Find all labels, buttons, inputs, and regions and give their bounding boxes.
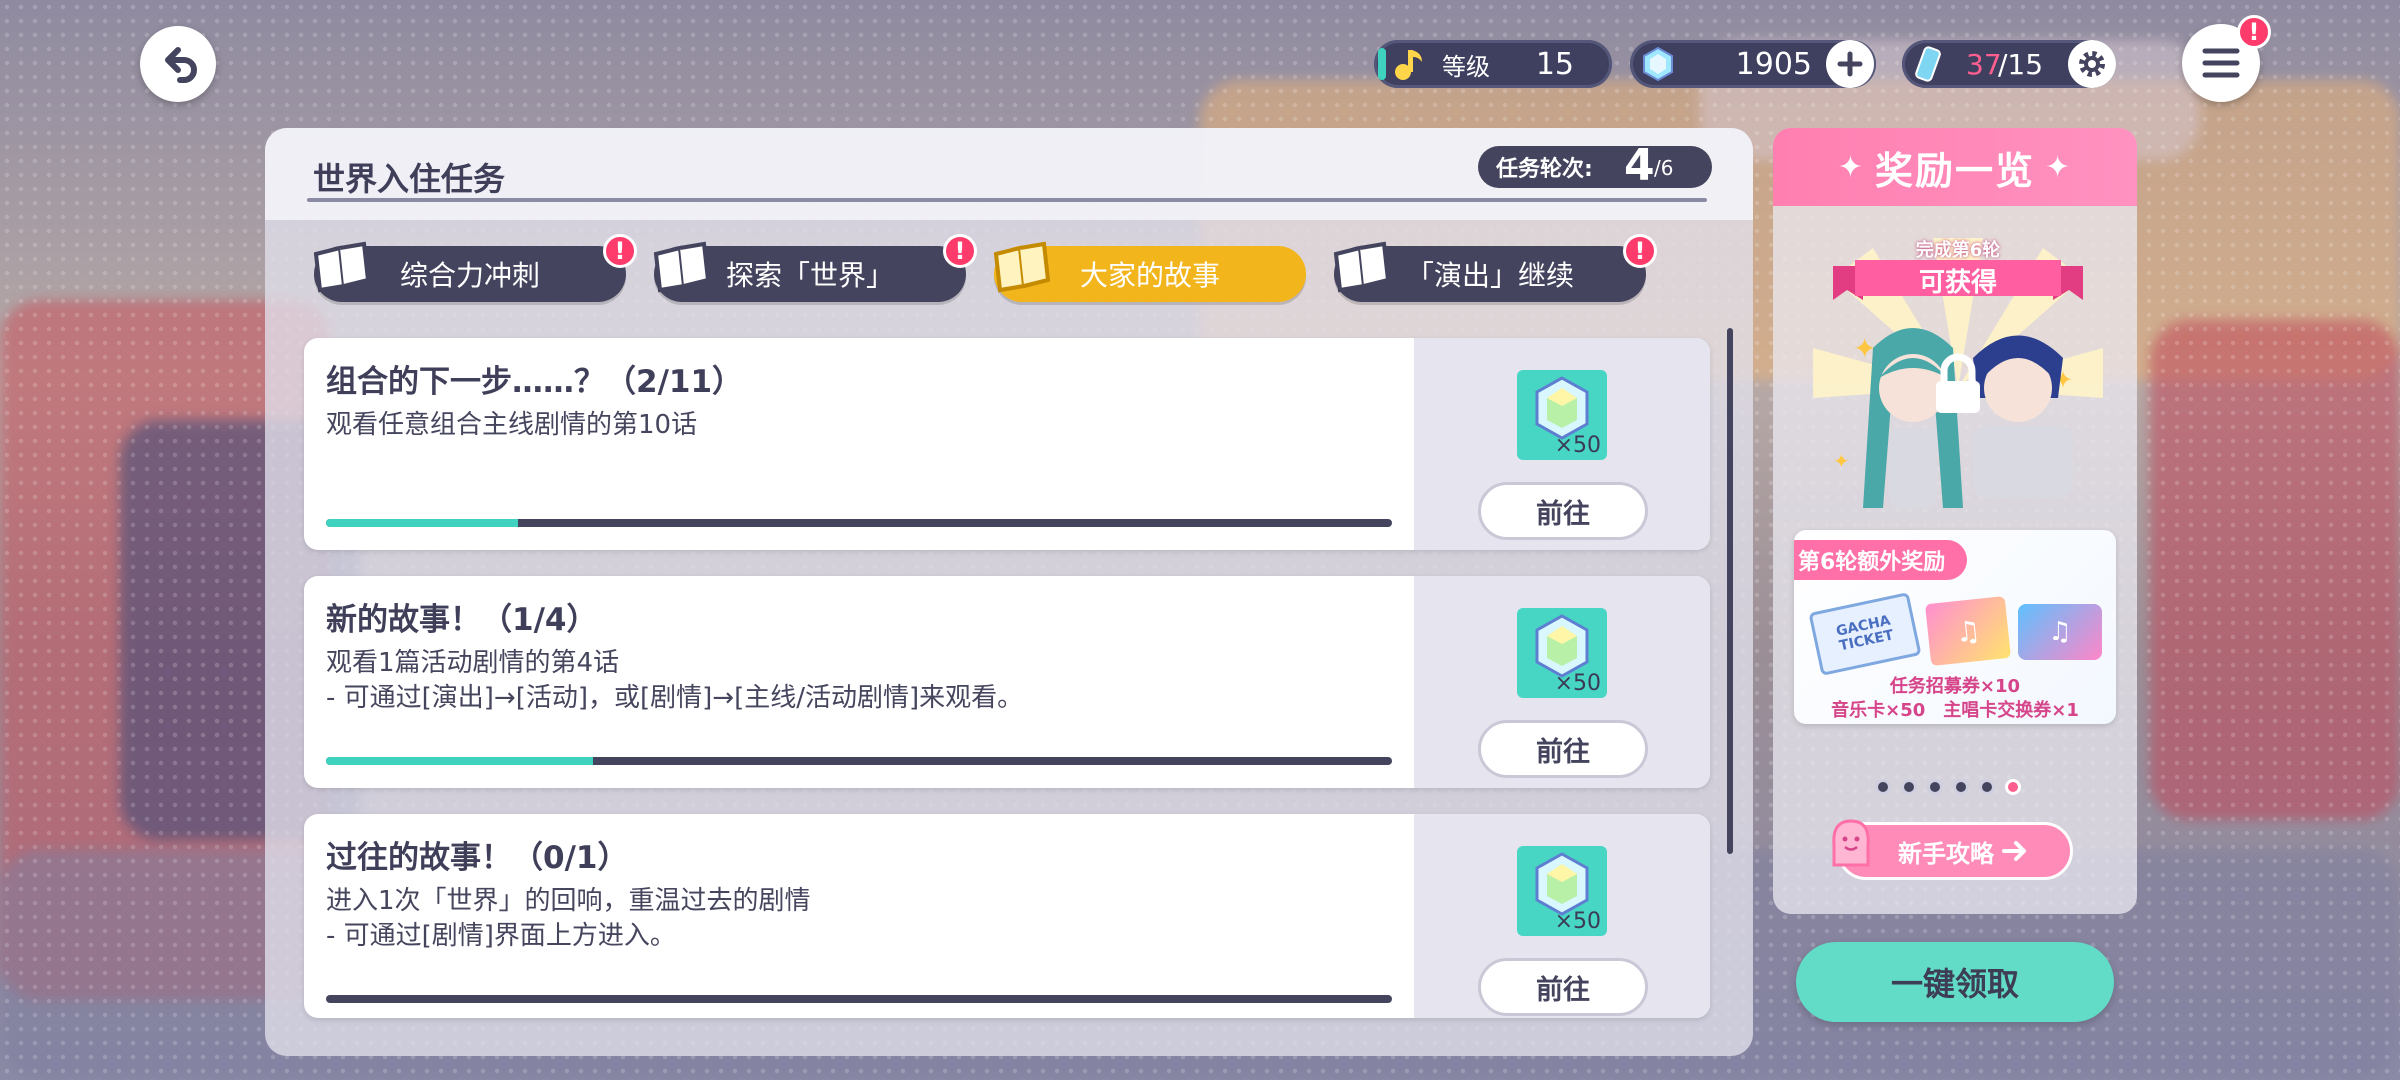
lock-icon	[1936, 353, 1980, 413]
add-gems-button[interactable]	[1826, 40, 1874, 88]
carousel-dot[interactable]	[2005, 779, 2021, 795]
tab-everyones-story[interactable]: 大家的故事	[993, 241, 1306, 302]
round-current: 4	[1624, 140, 1655, 191]
menu-alert-badge: !	[2237, 15, 2271, 49]
energy-drink-icon	[1915, 46, 1941, 82]
carousel-dot[interactable]	[1979, 779, 1995, 795]
mission-card: 过往的故事！（0/1） 进入1次「世界」的回响，重温过去的剧情 - 可通过[剧情…	[304, 814, 1710, 1018]
tab-label: 「演出」继续	[1405, 259, 1574, 292]
go-button[interactable]: 前往	[1478, 720, 1648, 778]
reward-qty: ×50	[1554, 433, 1601, 458]
progress-fill	[326, 757, 593, 765]
back-arrow-icon	[165, 47, 197, 83]
tab-explore-world[interactable]: 探索「世界」	[653, 241, 966, 302]
reward-items-line1: 任务招募券×10	[1889, 676, 2021, 697]
stamina-max: /15	[1998, 47, 2044, 81]
carousel-dots[interactable]	[1875, 779, 2021, 799]
stamina-current: 37	[1966, 47, 2002, 81]
round-total: /6	[1654, 156, 1674, 180]
sparkle-icon: ✦	[2045, 149, 2073, 185]
go-button[interactable]: 前往	[1478, 482, 1648, 540]
book-icon	[1333, 241, 1391, 293]
title-underline	[307, 198, 1707, 202]
round-label: 任务轮次:	[1496, 157, 1593, 182]
round-counter: 任务轮次: 4 /6	[1478, 140, 1712, 191]
mission-card: 组合的下一步……？（2/11） 观看任意组合主线剧情的第10话 ×50 前往	[304, 338, 1710, 550]
level-label: 等级	[1442, 52, 1490, 81]
tab-alert-badge: !	[1623, 234, 1657, 268]
tab-power-sprint[interactable]: 综合力冲刺	[313, 241, 626, 302]
tab-label: 综合力冲刺	[399, 259, 540, 292]
gem-count: 1905	[1735, 46, 1812, 82]
carousel-dot[interactable]	[1875, 779, 1891, 795]
progress-bar	[326, 519, 1392, 527]
progress-bar	[326, 757, 1392, 765]
tab-live-continue[interactable]: 「演出」继续	[1333, 241, 1646, 302]
mascot-icon	[1832, 819, 1870, 867]
ribbon-small-text: 完成第6轮	[1915, 240, 2001, 261]
carousel-dot[interactable]	[1927, 779, 1943, 795]
ribbon-big-text: 可获得	[1918, 268, 1997, 298]
plus-icon	[1837, 51, 1863, 77]
beginner-guide-button[interactable]: 新手攻略	[1832, 819, 2073, 880]
panel-title: 世界入住任务	[313, 160, 506, 198]
back-button[interactable]	[140, 26, 216, 102]
scrollbar[interactable]	[1727, 328, 1733, 854]
guide-label: 新手攻略	[1898, 839, 1994, 868]
tab-alert-badge: !	[943, 234, 977, 268]
gem-pill: 1905	[1630, 40, 1876, 88]
tab-label: 大家的故事	[1079, 259, 1220, 292]
reward-panel: ✦ 奖励一览 ✦ ✦ ✦ ✦ 完成第6轮 可获得 第6轮额外奖励 GACHA T…	[1773, 128, 2137, 914]
tab-alert-badge: !	[603, 234, 637, 268]
sparkle-icon: ✦	[1837, 149, 1865, 185]
crystal-gem-icon	[1643, 46, 1673, 82]
reward-item: ×50	[1517, 608, 1607, 698]
reward-qty: ×50	[1554, 909, 1601, 934]
vocal-exchange-ticket-icon: ♫	[2018, 604, 2102, 660]
settings-button[interactable]	[2068, 40, 2116, 88]
mission-title: 新的故事！（1/4）	[326, 602, 598, 638]
music-card-icon: ♫	[1924, 595, 2012, 667]
ticket-text: GACHA TICKET	[1834, 612, 1896, 655]
level-value: 15	[1535, 46, 1574, 82]
book-icon	[993, 241, 1051, 293]
claim-all-button[interactable]: 一键领取	[1796, 942, 2114, 1022]
svg-text:✦: ✦	[1833, 449, 1850, 473]
progress-fill	[326, 519, 518, 527]
mission-title: 组合的下一步……？（2/11）	[326, 364, 744, 400]
tab-label: 探索「世界」	[725, 259, 894, 292]
progress-bar	[326, 995, 1392, 1003]
hamburger-menu-icon	[2202, 48, 2240, 78]
reward-item: ×50	[1517, 846, 1607, 936]
gear-icon	[2079, 51, 2105, 77]
extra-reward-card: 第6轮额外奖励 GACHA TICKET ♫ ♫ 任务招募券×10 音乐卡×50…	[1794, 530, 2116, 724]
carousel-dot[interactable]	[1953, 779, 1969, 795]
book-icon	[313, 241, 371, 293]
reward-item: ×50	[1517, 370, 1607, 460]
music-note-icon	[1395, 50, 1422, 80]
character-preview: ✦ ✦ ✦ 完成第6轮 可获得	[1813, 238, 2103, 508]
book-icon	[653, 241, 711, 293]
reward-qty: ×50	[1554, 671, 1601, 696]
panel-header: 世界入住任务 任务轮次: 4 /6	[265, 128, 1753, 220]
mission-desc: 观看任意组合主线剧情的第10话	[326, 410, 698, 440]
mission-card: 新的故事！（1/4） 观看1篇活动剧情的第4话 - 可通过[演出]→[活动]，或…	[304, 576, 1710, 788]
arrow-right-icon	[2002, 841, 2026, 861]
reward-panel-header: ✦ 奖励一览 ✦	[1773, 128, 2137, 206]
reward-panel-title: 奖励一览	[1874, 148, 2035, 193]
carousel-dot[interactable]	[1901, 779, 1917, 795]
level-bar-accent	[1378, 48, 1386, 80]
mission-desc: 观看1篇活动剧情的第4话 - 可通过[演出]→[活动]，或[剧情]→[主线/活动…	[326, 648, 1024, 713]
level-pill: 等级 15	[1374, 40, 1612, 88]
gacha-ticket-icon: GACHA TICKET	[1808, 592, 1922, 676]
extra-reward-title: 第6轮额外奖励	[1794, 540, 1968, 580]
go-button[interactable]: 前往	[1478, 958, 1648, 1016]
reward-items-line2: 音乐卡×50 主唱卡交换券×1	[1831, 700, 2079, 721]
mission-title: 过往的故事！（0/1）	[326, 840, 629, 876]
stamina-pill: 37 /15	[1902, 40, 2116, 88]
mission-desc: 进入1次「世界」的回响，重温过去的剧情 - 可通过[剧情]界面上方进入。	[326, 886, 811, 951]
